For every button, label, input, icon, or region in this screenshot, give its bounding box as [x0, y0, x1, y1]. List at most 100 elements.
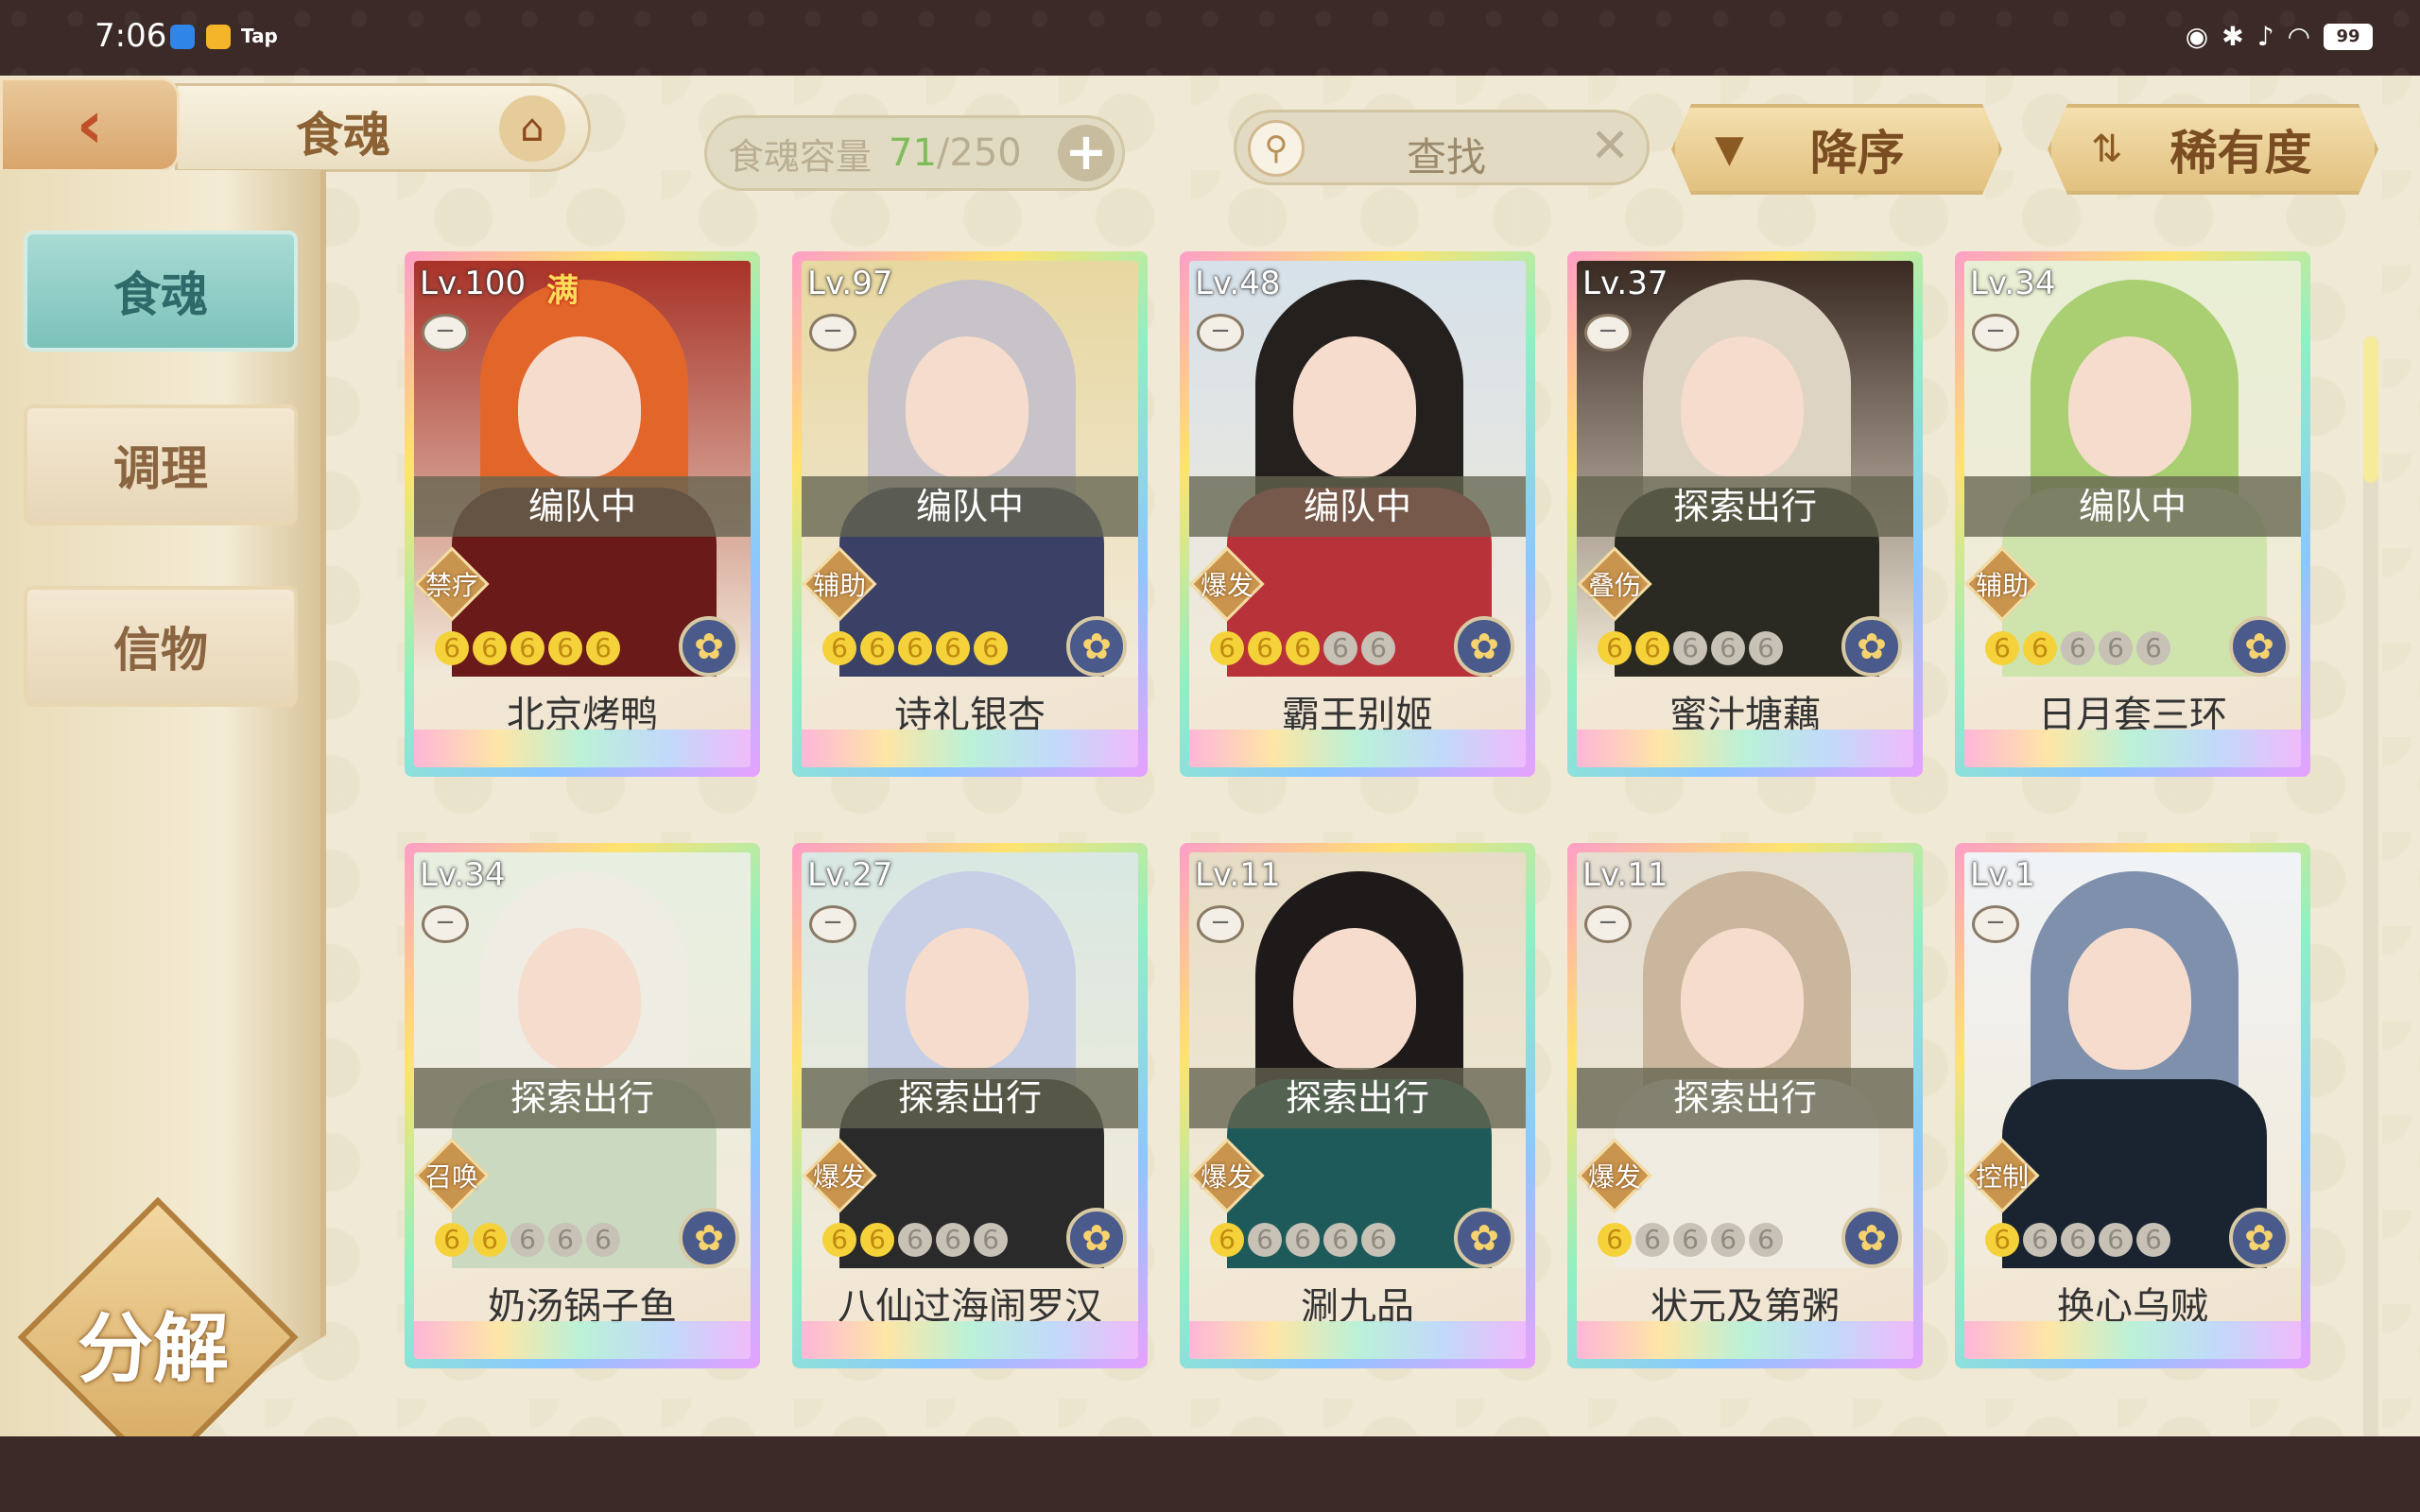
lock-icon[interactable]: −	[422, 314, 469, 352]
food-soul-card[interactable]: Lv.27 − 探索出行 爆发 66666 ✿ 八仙过海闹罗汉	[792, 843, 1148, 1368]
star-rating: 66666	[1210, 1223, 1395, 1257]
star-icon: 6	[860, 631, 894, 665]
game-screen: 食魂 ⌂ ‹ 食魂容量 71 /250 + ⚲ 查找 ✕ ▼ 降序 ⇅ 稀有度 …	[0, 76, 2420, 1478]
card-body: Lv.48 − 编队中 爆发 66666 ✿ 霸王别姬	[1189, 261, 1526, 767]
role-badge: 召唤	[414, 1136, 492, 1215]
lock-icon[interactable]: −	[1972, 905, 2019, 943]
rarity-strip	[414, 730, 751, 767]
star-icon: 6	[1673, 631, 1707, 665]
tab-tokens[interactable]: 信物	[24, 586, 298, 707]
role-label: 爆发	[812, 1161, 866, 1193]
food-soul-card[interactable]: Lv.97 − 编队中 辅助 66666 ✿ 诗礼银杏	[792, 251, 1148, 777]
lock-icon[interactable]: −	[1197, 905, 1244, 943]
star-rating: 66666	[1985, 1223, 2170, 1257]
card-status: 探索出行	[414, 1068, 751, 1128]
star-rating: 66666	[1985, 631, 2170, 665]
lock-icon[interactable]: −	[1584, 314, 1632, 352]
card-level: Lv.34	[1970, 265, 2056, 302]
rarity-strip	[802, 730, 1138, 767]
character-face	[2068, 928, 2191, 1070]
role-badge: 辅助	[1964, 544, 2042, 624]
food-soul-card[interactable]: Lv.34 − 编队中 辅助 66666 ✿ 日月套三环	[1955, 251, 2310, 777]
star-icon: 6	[1749, 1223, 1783, 1257]
battery-icon: 99	[2324, 23, 2373, 50]
star-rating: 66666	[822, 1223, 1008, 1257]
star-icon: 6	[1711, 1223, 1745, 1257]
page-title: 食魂	[296, 107, 390, 163]
food-soul-card[interactable]: Lv.34 − 探索出行 召唤 66666 ✿ 奶汤锅子鱼	[405, 843, 760, 1368]
star-icon: 6	[1286, 1223, 1320, 1257]
lock-icon[interactable]: −	[809, 905, 856, 943]
card-grid: Lv.100 满 − 编队中 禁疗 66666 ✿ 北京烤鸭 Lv.97 − 编…	[405, 251, 2314, 1452]
lock-icon[interactable]: −	[1584, 905, 1632, 943]
lock-icon[interactable]: −	[1972, 314, 2019, 352]
role-label: 爆发	[1587, 1161, 1641, 1193]
star-icon: 6	[974, 631, 1008, 665]
rarity-strip	[1964, 730, 2301, 767]
triangle-down-icon: ▼	[1715, 128, 1744, 171]
star-icon: 6	[1598, 631, 1632, 665]
sort-field-button[interactable]: ⇅ 稀有度	[2048, 104, 2378, 195]
card-status: 探索出行	[1577, 1068, 1913, 1128]
star-icon: 6	[2023, 631, 2057, 665]
role-badge: 爆发	[1189, 544, 1267, 624]
star-icon: 6	[1749, 631, 1783, 665]
sort-order-button[interactable]: ▼ 降序	[1671, 104, 2002, 195]
star-icon: 6	[2023, 1223, 2057, 1257]
role-label: 辅助	[1975, 570, 2029, 601]
tab-conditioning[interactable]: 调理	[24, 404, 298, 525]
clear-search-icon[interactable]: ✕	[1590, 118, 1630, 173]
search-placeholder: 查找	[1407, 134, 1487, 180]
star-icon: 6	[1361, 1223, 1395, 1257]
scrollbar[interactable]	[2363, 336, 2378, 1452]
star-icon: 6	[1210, 1223, 1244, 1257]
tab-food-souls[interactable]: 食魂	[24, 231, 298, 352]
role-badge: 爆发	[1577, 1136, 1654, 1215]
element-flower-icon: ✿	[1454, 1208, 1514, 1268]
lock-icon[interactable]: −	[422, 905, 469, 943]
lock-icon[interactable]: −	[1197, 314, 1244, 352]
star-icon: 6	[1598, 1223, 1632, 1257]
star-icon: 6	[2061, 631, 2095, 665]
star-icon: 6	[1323, 631, 1357, 665]
role-badge: 爆发	[1189, 1136, 1267, 1215]
star-icon: 6	[586, 631, 620, 665]
lock-icon[interactable]: −	[809, 314, 856, 352]
star-icon: 6	[1711, 631, 1745, 665]
card-level: Lv.37	[1582, 265, 1668, 302]
role-badge: 辅助	[802, 544, 879, 624]
role-badge: 禁疗	[414, 544, 492, 624]
bluetooth-icon: ✱	[2221, 21, 2244, 52]
rarity-strip	[1189, 1321, 1526, 1359]
role-badge: 控制	[1964, 1136, 2042, 1215]
star-icon: 6	[473, 631, 507, 665]
decompose-label[interactable]: 分解	[78, 1288, 229, 1398]
food-soul-card[interactable]: Lv.100 满 − 编队中 禁疗 66666 ✿ 北京烤鸭	[405, 251, 760, 777]
element-flower-icon: ✿	[1454, 616, 1514, 677]
role-label: 爆发	[1200, 1161, 1253, 1193]
wifi-icon: ◠	[2287, 21, 2310, 52]
food-soul-card[interactable]: Lv.11 − 探索出行 爆发 66666 ✿ 涮九品	[1180, 843, 1535, 1368]
add-capacity-button[interactable]: +	[1058, 125, 1115, 181]
status-bar: 7:06 Tap ◉ ✱ ♪ ◠ 99	[0, 0, 2420, 76]
food-soul-card[interactable]: Lv.37 − 探索出行 叠伤 66666 ✿ 蜜汁塘藕	[1567, 251, 1923, 777]
search-input[interactable]: ⚲ 查找 ✕	[1234, 110, 1650, 185]
star-icon: 6	[510, 1223, 544, 1257]
star-rating: 66666	[1598, 1223, 1783, 1257]
star-icon: 6	[510, 631, 544, 665]
card-body: Lv.1 − 控制 66666 ✿ 换心乌贼	[1964, 852, 2301, 1359]
role-label: 辅助	[812, 570, 866, 601]
role-badge: 叠伤	[1577, 544, 1654, 624]
card-level: Lv.1	[1970, 856, 2035, 894]
pavilion-icon[interactable]: ⌂	[499, 95, 565, 162]
food-soul-card[interactable]: Lv.48 − 编队中 爆发 66666 ✿ 霸王别姬	[1180, 251, 1535, 777]
back-button[interactable]: ‹	[0, 77, 180, 172]
star-icon: 6	[435, 1223, 469, 1257]
star-rating: 66666	[435, 1223, 620, 1257]
back-arrow-icon: ‹	[76, 86, 104, 163]
star-icon: 6	[586, 1223, 620, 1257]
food-soul-card[interactable]: Lv.1 − 控制 66666 ✿ 换心乌贼	[1955, 843, 2310, 1368]
star-rating: 66666	[1598, 631, 1783, 665]
food-soul-card[interactable]: Lv.11 − 探索出行 爆发 66666 ✿ 状元及第粥	[1567, 843, 1923, 1368]
scrollbar-thumb[interactable]	[2363, 336, 2378, 483]
